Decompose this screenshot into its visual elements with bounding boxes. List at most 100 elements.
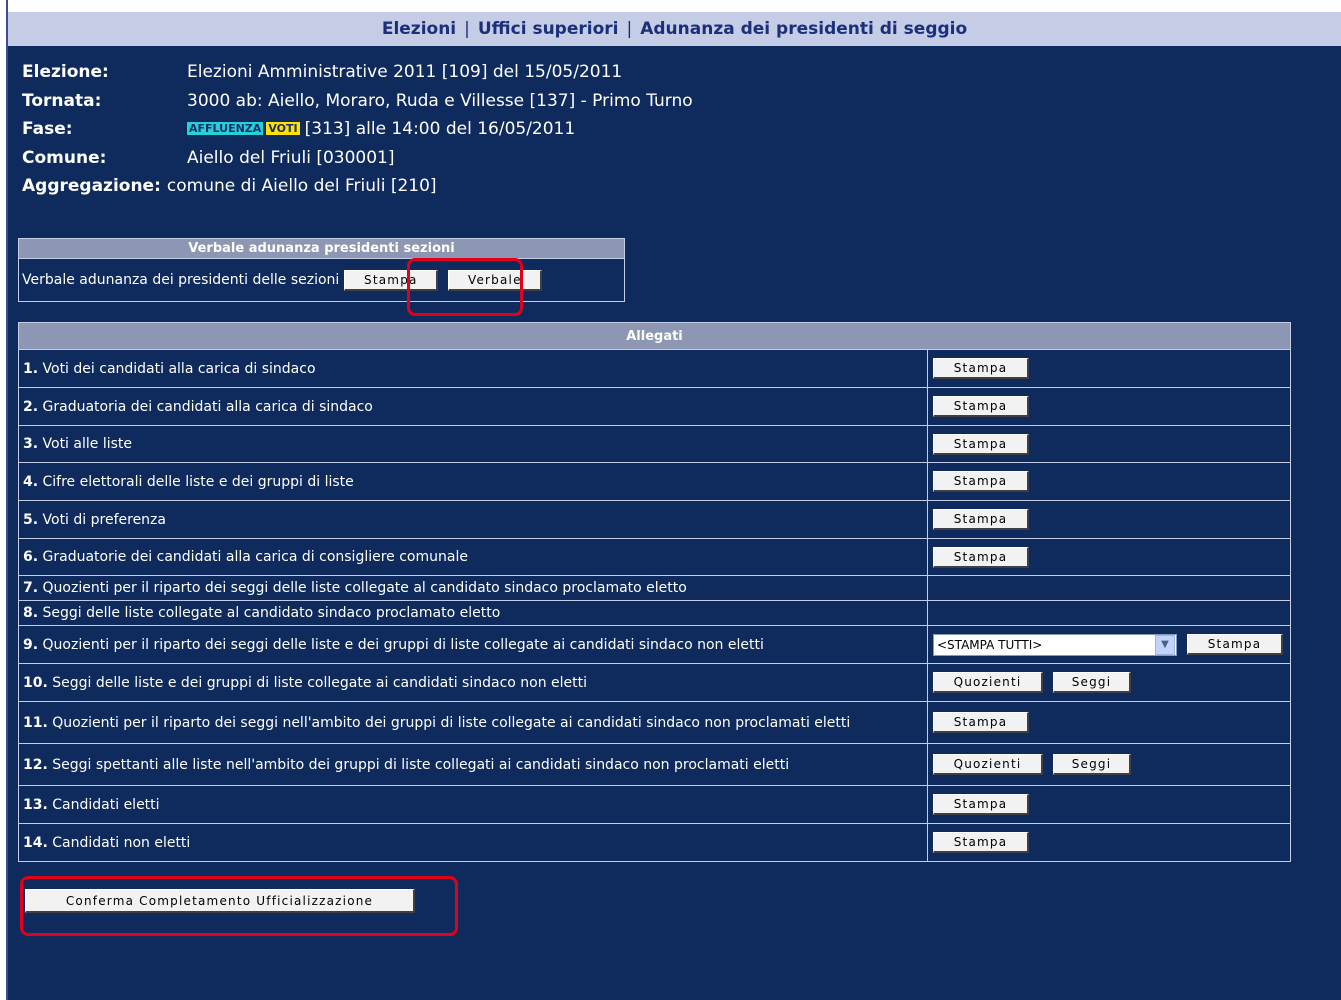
allegati-table-header: Allegati [18, 322, 1291, 350]
allegato-label: 6. Graduatorie dei candidati alla carica… [18, 538, 928, 576]
allegato-label: 12. Seggi spettanti alle liste nell'ambi… [18, 743, 928, 786]
table-row: 10. Seggi delle liste e dei gruppi di li… [18, 663, 1291, 702]
stampa-button[interactable]: Stampa [933, 471, 1029, 492]
verbale-button[interactable]: Verbale [448, 269, 543, 291]
allegato-label: 8. Seggi delle liste collegate al candid… [18, 600, 928, 626]
allegato-number: 6. [23, 549, 39, 565]
allegato-actions [927, 575, 1291, 601]
allegato-text: Quozienti per il riparto dei seggi delle… [42, 580, 687, 596]
allegato-label: 10. Seggi delle liste e dei gruppi di li… [18, 663, 928, 702]
allegato-text: Graduatoria dei candidati alla carica di… [42, 398, 373, 415]
comune-label: Comune: [22, 147, 107, 168]
table-row: 8. Seggi delle liste collegate al candid… [18, 600, 1291, 626]
stampa-button[interactable]: Stampa [933, 832, 1029, 853]
allegato-number: 13. [23, 796, 48, 813]
verbale-table-header: Verbale adunanza presidenti sezioni [18, 238, 625, 259]
breadcrumb-adunanza[interactable]: Adunanza dei presidenti di seggio [640, 19, 967, 39]
allegato-number: 10. [23, 674, 48, 691]
allegato-number: 9. [23, 636, 39, 653]
allegato-number: 3. [23, 436, 39, 452]
table-row: 5. Voti di preferenza Stampa [18, 500, 1291, 539]
verbale-row-label: Verbale adunanza dei presidenti delle se… [22, 272, 340, 288]
breadcrumb-uffici-superiori[interactable]: Uffici superiori [478, 19, 619, 39]
allegato-number: 7. [23, 580, 39, 596]
allegato-actions: Stampa [927, 387, 1291, 426]
allegato-text: Quozienti per il riparto dei seggi delle… [42, 636, 764, 653]
stampa-button[interactable]: Stampa [1187, 634, 1283, 655]
elezione-value: Elezioni Amministrative 2011 [109] del 1… [187, 62, 623, 82]
stampa-button[interactable]: Stampa [933, 433, 1029, 455]
allegato-text: Candidati eletti [52, 796, 160, 813]
allegato-number: 2. [23, 398, 39, 415]
seggi-button[interactable]: Seggi [1053, 672, 1131, 693]
allegato-label: 5. Voti di preferenza [18, 500, 928, 539]
allegato-label: 4. Cifre elettorali delle liste e dei gr… [18, 462, 928, 501]
tornata-label: Tornata: [22, 90, 102, 111]
aggregazione-value: comune di Aiello del Friuli [210] [166, 176, 437, 196]
conferma-completamento-button[interactable]: Conferma Completamento Ufficializzazione [25, 889, 415, 913]
table-row: 3. Voti alle liste Stampa [18, 425, 1291, 463]
voti-badge: VOTI [266, 122, 300, 135]
allegato-actions [927, 600, 1291, 626]
allegato-number: 11. [23, 714, 48, 731]
stampa-button[interactable]: Stampa [933, 509, 1029, 530]
table-row: 9. Quozienti per il riparto dei seggi de… [18, 625, 1291, 664]
allegato-actions: Stampa [927, 349, 1291, 388]
tornata-value: 3000 ab: Aiello, Moraro, Ruda e Villesse… [187, 90, 693, 111]
elezione-label: Elezione: [22, 62, 109, 82]
allegato-actions: Stampa [927, 823, 1291, 862]
stampa-button[interactable]: Stampa [933, 712, 1029, 733]
allegato-text: Voti di preferenza [42, 511, 166, 528]
allegato-text: Candidati non eletti [52, 834, 191, 851]
affluenza-badge: AFFLUENZA [187, 122, 264, 135]
breadcrumb-separator: | [464, 19, 470, 39]
allegato-text: Voti dei candidati alla carica di sindac… [42, 360, 316, 377]
seggi-button[interactable]: Seggi [1053, 754, 1131, 775]
left-edge-line [6, 0, 8, 1000]
table-row: 1. Voti dei candidati alla carica di sin… [18, 349, 1291, 388]
allegato-label: 3. Voti alle liste [18, 425, 928, 463]
table-row: 13. Candidati eletti Stampa [18, 785, 1291, 824]
allegato-text: Seggi delle liste e dei gruppi di liste … [52, 674, 588, 691]
verbale-stampa-button[interactable]: Stampa [344, 269, 439, 291]
verbale-row: Verbale adunanza dei presidenti delle se… [18, 258, 625, 302]
table-row: 11. Quozienti per il riparto dei seggi n… [18, 701, 1291, 744]
allegato-number: 8. [23, 605, 39, 621]
allegato-text: Voti alle liste [42, 436, 132, 452]
stampa-button[interactable]: Stampa [933, 358, 1029, 379]
allegato-number: 1. [23, 360, 39, 377]
quozienti-button[interactable]: Quozienti [933, 754, 1043, 775]
allegato-label: 14. Candidati non eletti [18, 823, 928, 862]
table-row: 14. Candidati non eletti Stampa [18, 823, 1291, 862]
breadcrumb-separator: | [626, 19, 633, 39]
allegato-label: 11. Quozienti per il riparto dei seggi n… [18, 701, 928, 744]
stampa-button[interactable]: Stampa [933, 546, 1029, 568]
window-top-strip [0, 0, 1341, 12]
table-row: 4. Cifre elettorali delle liste e dei gr… [18, 462, 1291, 501]
breadcrumb: Elezioni | Uffici superiori | Adunanza d… [8, 12, 1341, 46]
allegato-label: 7. Quozienti per il riparto dei seggi de… [18, 575, 928, 601]
select-value: <STAMPA TUTTI> [937, 637, 1043, 652]
stampa-button[interactable]: Stampa [933, 794, 1029, 815]
comune-value: Aiello del Friuli [030001] [187, 147, 395, 168]
stampa-tutti-select[interactable]: <STAMPA TUTTI> ▼ [933, 633, 1177, 656]
table-row: 12. Seggi spettanti alle liste nell'ambi… [18, 743, 1291, 786]
breadcrumb-elezioni[interactable]: Elezioni [382, 19, 456, 39]
quozienti-button[interactable]: Quozienti [933, 672, 1043, 693]
allegato-text: Cifre elettorali delle liste e dei grupp… [42, 473, 354, 490]
fase-label: Fase: [22, 119, 73, 139]
allegato-actions: <STAMPA TUTTI> ▼ Stampa [927, 625, 1291, 664]
allegato-label: 1. Voti dei candidati alla carica di sin… [18, 349, 928, 388]
allegato-actions: Stampa [927, 785, 1291, 824]
allegato-actions: Stampa [927, 538, 1291, 576]
stampa-button[interactable]: Stampa [933, 396, 1029, 417]
table-row: 2. Graduatoria dei candidati alla carica… [18, 387, 1291, 426]
fase-value: [313] alle 14:00 del 16/05/2011 [304, 119, 576, 139]
allegato-actions: Quozienti Seggi [927, 663, 1291, 702]
table-row: 6. Graduatorie dei candidati alla carica… [18, 538, 1291, 576]
chevron-down-icon[interactable]: ▼ [1155, 634, 1175, 655]
allegato-label: 13. Candidati eletti [18, 785, 928, 824]
verbale-table: Verbale adunanza presidenti sezioni Verb… [18, 238, 625, 302]
allegato-actions: Stampa [927, 701, 1291, 744]
allegati-table: Allegati 1. Voti dei candidati alla cari… [18, 322, 1291, 862]
